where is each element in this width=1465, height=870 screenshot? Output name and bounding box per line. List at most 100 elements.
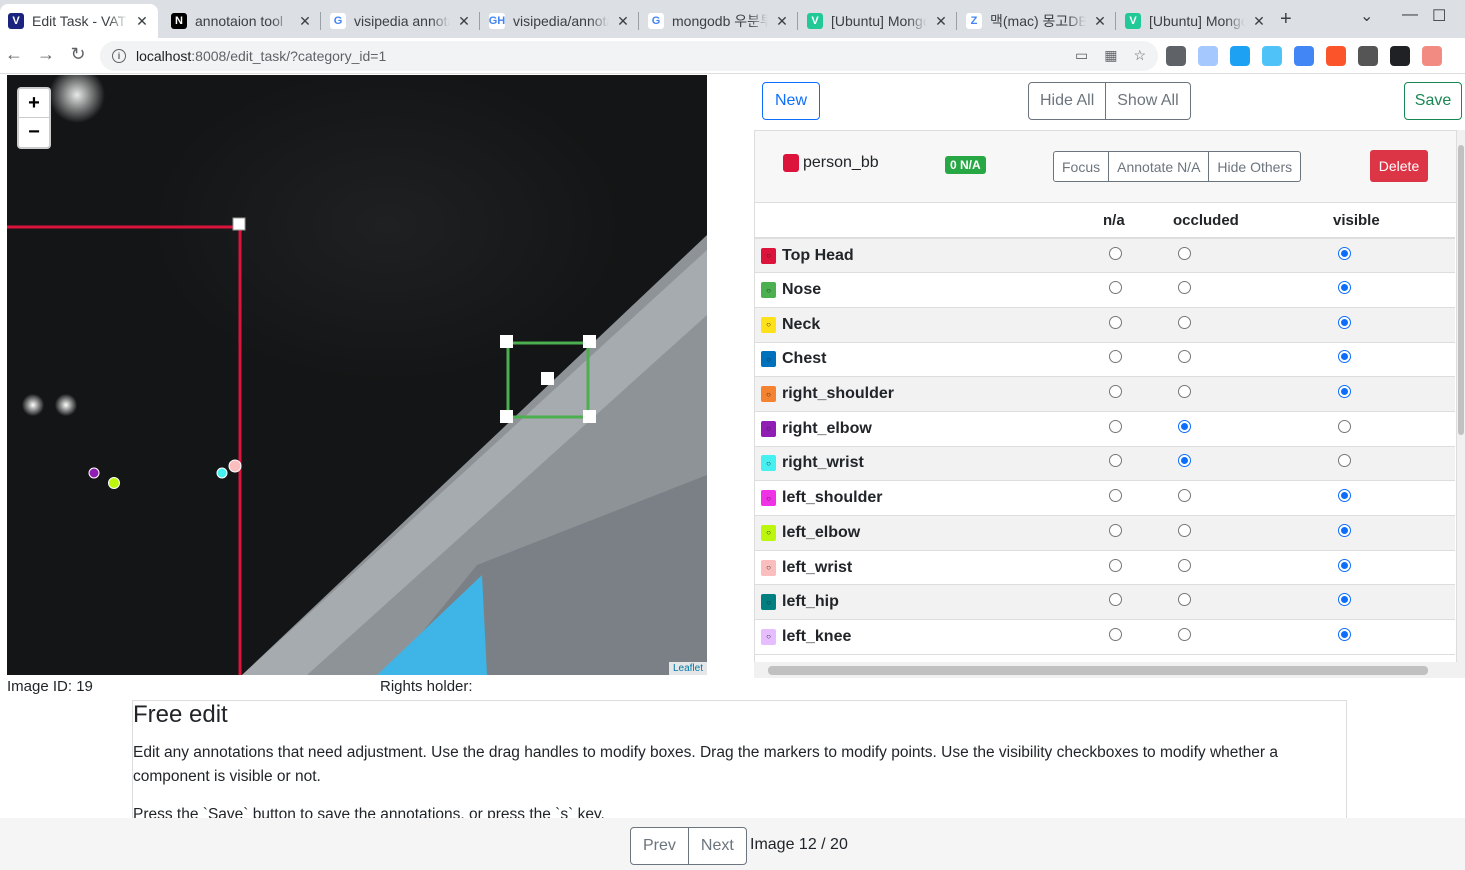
focus-button[interactable]: Focus (1053, 151, 1110, 182)
extension-icon[interactable] (1230, 46, 1250, 66)
bbox-handle[interactable] (583, 335, 596, 348)
browser-tab[interactable]: Z 맥(mac) 몽고DB ✕ (958, 4, 1116, 38)
browser-tab[interactable]: V [Ubuntu] Mongo ✕ (1117, 4, 1275, 38)
delete-button[interactable]: Delete (1370, 150, 1428, 182)
visibility-occluded-radio[interactable] (1178, 627, 1191, 641)
zoom-out-button[interactable]: − (19, 118, 49, 147)
browser-tab[interactable]: Gmongodb 우분투 ✕ (640, 4, 798, 38)
visibility-na-radio[interactable] (1109, 246, 1122, 260)
tab-close-icon[interactable]: ✕ (615, 13, 631, 30)
visibility-visible-radio[interactable] (1338, 627, 1351, 641)
browser-tab[interactable]: V Edit Task - VAT ✕ (0, 4, 158, 38)
visibility-visible-radio[interactable] (1338, 419, 1351, 433)
extension-icon[interactable] (1262, 46, 1282, 66)
tab-close-icon[interactable]: ✕ (1251, 13, 1267, 30)
new-tab-icon[interactable]: + (1280, 8, 1292, 31)
visibility-visible-radio[interactable] (1338, 523, 1351, 537)
next-button[interactable]: Next (688, 827, 747, 865)
bookmark-star-icon[interactable]: ☆ (1133, 47, 1146, 64)
back-icon[interactable]: ← (2, 44, 26, 65)
show-all-button[interactable]: Show All (1106, 82, 1191, 120)
bbox-handle[interactable] (232, 217, 246, 231)
reload-icon[interactable]: ↻ (66, 44, 90, 65)
save-button[interactable]: Save (1404, 82, 1462, 120)
browser-tab[interactable]: GH visipedia/annotation ✕ (481, 4, 639, 38)
visibility-visible-radio[interactable] (1338, 350, 1351, 364)
browser-tab[interactable]: V [Ubuntu] Mongo ✕ (799, 4, 957, 38)
visibility-occluded-radio[interactable] (1178, 454, 1191, 468)
visibility-na-radio[interactable] (1109, 627, 1122, 641)
panel-horizontal-scrollbar[interactable] (754, 662, 1457, 678)
browser-tab[interactable]: Gvisipedia annotation ✕ (322, 4, 480, 38)
tab-close-icon[interactable]: ✕ (933, 13, 949, 30)
visibility-na-radio[interactable] (1109, 350, 1122, 364)
tab-search-icon[interactable]: ⌄ (1360, 6, 1373, 26)
prev-button[interactable]: Prev (630, 827, 689, 865)
visibility-visible-radio[interactable] (1338, 593, 1351, 607)
visibility-na-radio[interactable] (1109, 558, 1122, 572)
hide-all-button[interactable]: Hide All (1028, 82, 1107, 120)
browser-tab[interactable]: Nannotaion tool ✕ (163, 4, 321, 38)
visibility-occluded-radio[interactable] (1178, 350, 1191, 364)
hide-others-button[interactable]: Hide Others (1209, 151, 1302, 182)
tab-close-icon[interactable]: ✕ (1092, 13, 1108, 30)
visibility-occluded-radio[interactable] (1178, 593, 1191, 607)
cast-icon[interactable]: ▭ (1075, 47, 1088, 64)
visibility-occluded-radio[interactable] (1178, 281, 1191, 295)
visibility-na-radio[interactable] (1109, 385, 1122, 399)
visibility-occluded-radio[interactable] (1178, 523, 1191, 537)
keypoint-marker[interactable] (216, 467, 228, 479)
visibility-na-radio[interactable] (1109, 489, 1122, 503)
visibility-visible-radio[interactable] (1338, 489, 1351, 503)
image-map[interactable]: + − Leaflet (7, 75, 707, 675)
keypoint-marker[interactable] (108, 477, 120, 489)
annotate-na-button[interactable]: Annotate N/A (1109, 151, 1210, 182)
minimize-icon[interactable]: — (1402, 6, 1418, 24)
visibility-na-radio[interactable] (1109, 523, 1122, 537)
visibility-na-radio[interactable] (1109, 419, 1122, 433)
panel-vertical-scrollbar[interactable] (1457, 130, 1465, 678)
tab-close-icon[interactable]: ✕ (456, 13, 472, 30)
brave-icon[interactable] (1326, 46, 1346, 66)
visibility-na-radio[interactable] (1109, 315, 1122, 329)
visibility-visible-radio[interactable] (1338, 281, 1351, 295)
keypoint-marker[interactable] (88, 467, 100, 479)
visibility-occluded-radio[interactable] (1178, 558, 1191, 572)
puzzle-icon[interactable] (1390, 46, 1410, 66)
info-icon[interactable]: i (112, 49, 126, 63)
visibility-na-radio[interactable] (1109, 593, 1122, 607)
tab-close-icon[interactable]: ✕ (134, 13, 150, 30)
visibility-visible-radio[interactable] (1338, 315, 1351, 329)
extension-icon[interactable] (1422, 46, 1442, 66)
translate-icon[interactable] (1294, 46, 1314, 66)
person-bbox[interactable] (7, 225, 242, 675)
forward-icon[interactable]: → (34, 44, 58, 65)
qr-icon[interactable]: ▦ (1104, 47, 1117, 64)
reading-list-icon[interactable] (1166, 46, 1186, 66)
visibility-visible-radio[interactable] (1338, 558, 1351, 572)
bbox-handle[interactable] (583, 410, 596, 423)
visibility-occluded-radio[interactable] (1178, 315, 1191, 329)
maximize-icon[interactable]: ☐ (1432, 6, 1446, 26)
visibility-visible-radio[interactable] (1338, 246, 1351, 260)
visibility-occluded-radio[interactable] (1178, 246, 1191, 260)
leaflet-attribution-link[interactable]: Leaflet (668, 662, 707, 675)
visibility-visible-radio[interactable] (1338, 454, 1351, 468)
bbox-handle[interactable] (500, 335, 513, 348)
keypoint-marker[interactable] (228, 459, 242, 473)
bbox-handle[interactable] (500, 410, 513, 423)
new-button[interactable]: New (762, 82, 820, 120)
zip-icon[interactable] (1358, 46, 1378, 66)
bbox-handle[interactable] (541, 372, 554, 385)
zoom-in-button[interactable]: + (19, 89, 49, 118)
visibility-visible-radio[interactable] (1338, 385, 1351, 399)
visibility-na-radio[interactable] (1109, 281, 1122, 295)
visibility-occluded-radio[interactable] (1178, 385, 1191, 399)
visibility-occluded-radio[interactable] (1178, 419, 1191, 433)
visibility-na-radio[interactable] (1109, 454, 1122, 468)
visibility-occluded-radio[interactable] (1178, 489, 1191, 503)
tab-close-icon[interactable]: ✕ (774, 13, 790, 30)
extension-icon[interactable] (1198, 46, 1218, 66)
tab-close-icon[interactable]: ✕ (297, 13, 313, 30)
url-input[interactable]: i localhost:8008/edit_task/?category_id=… (100, 41, 1158, 71)
